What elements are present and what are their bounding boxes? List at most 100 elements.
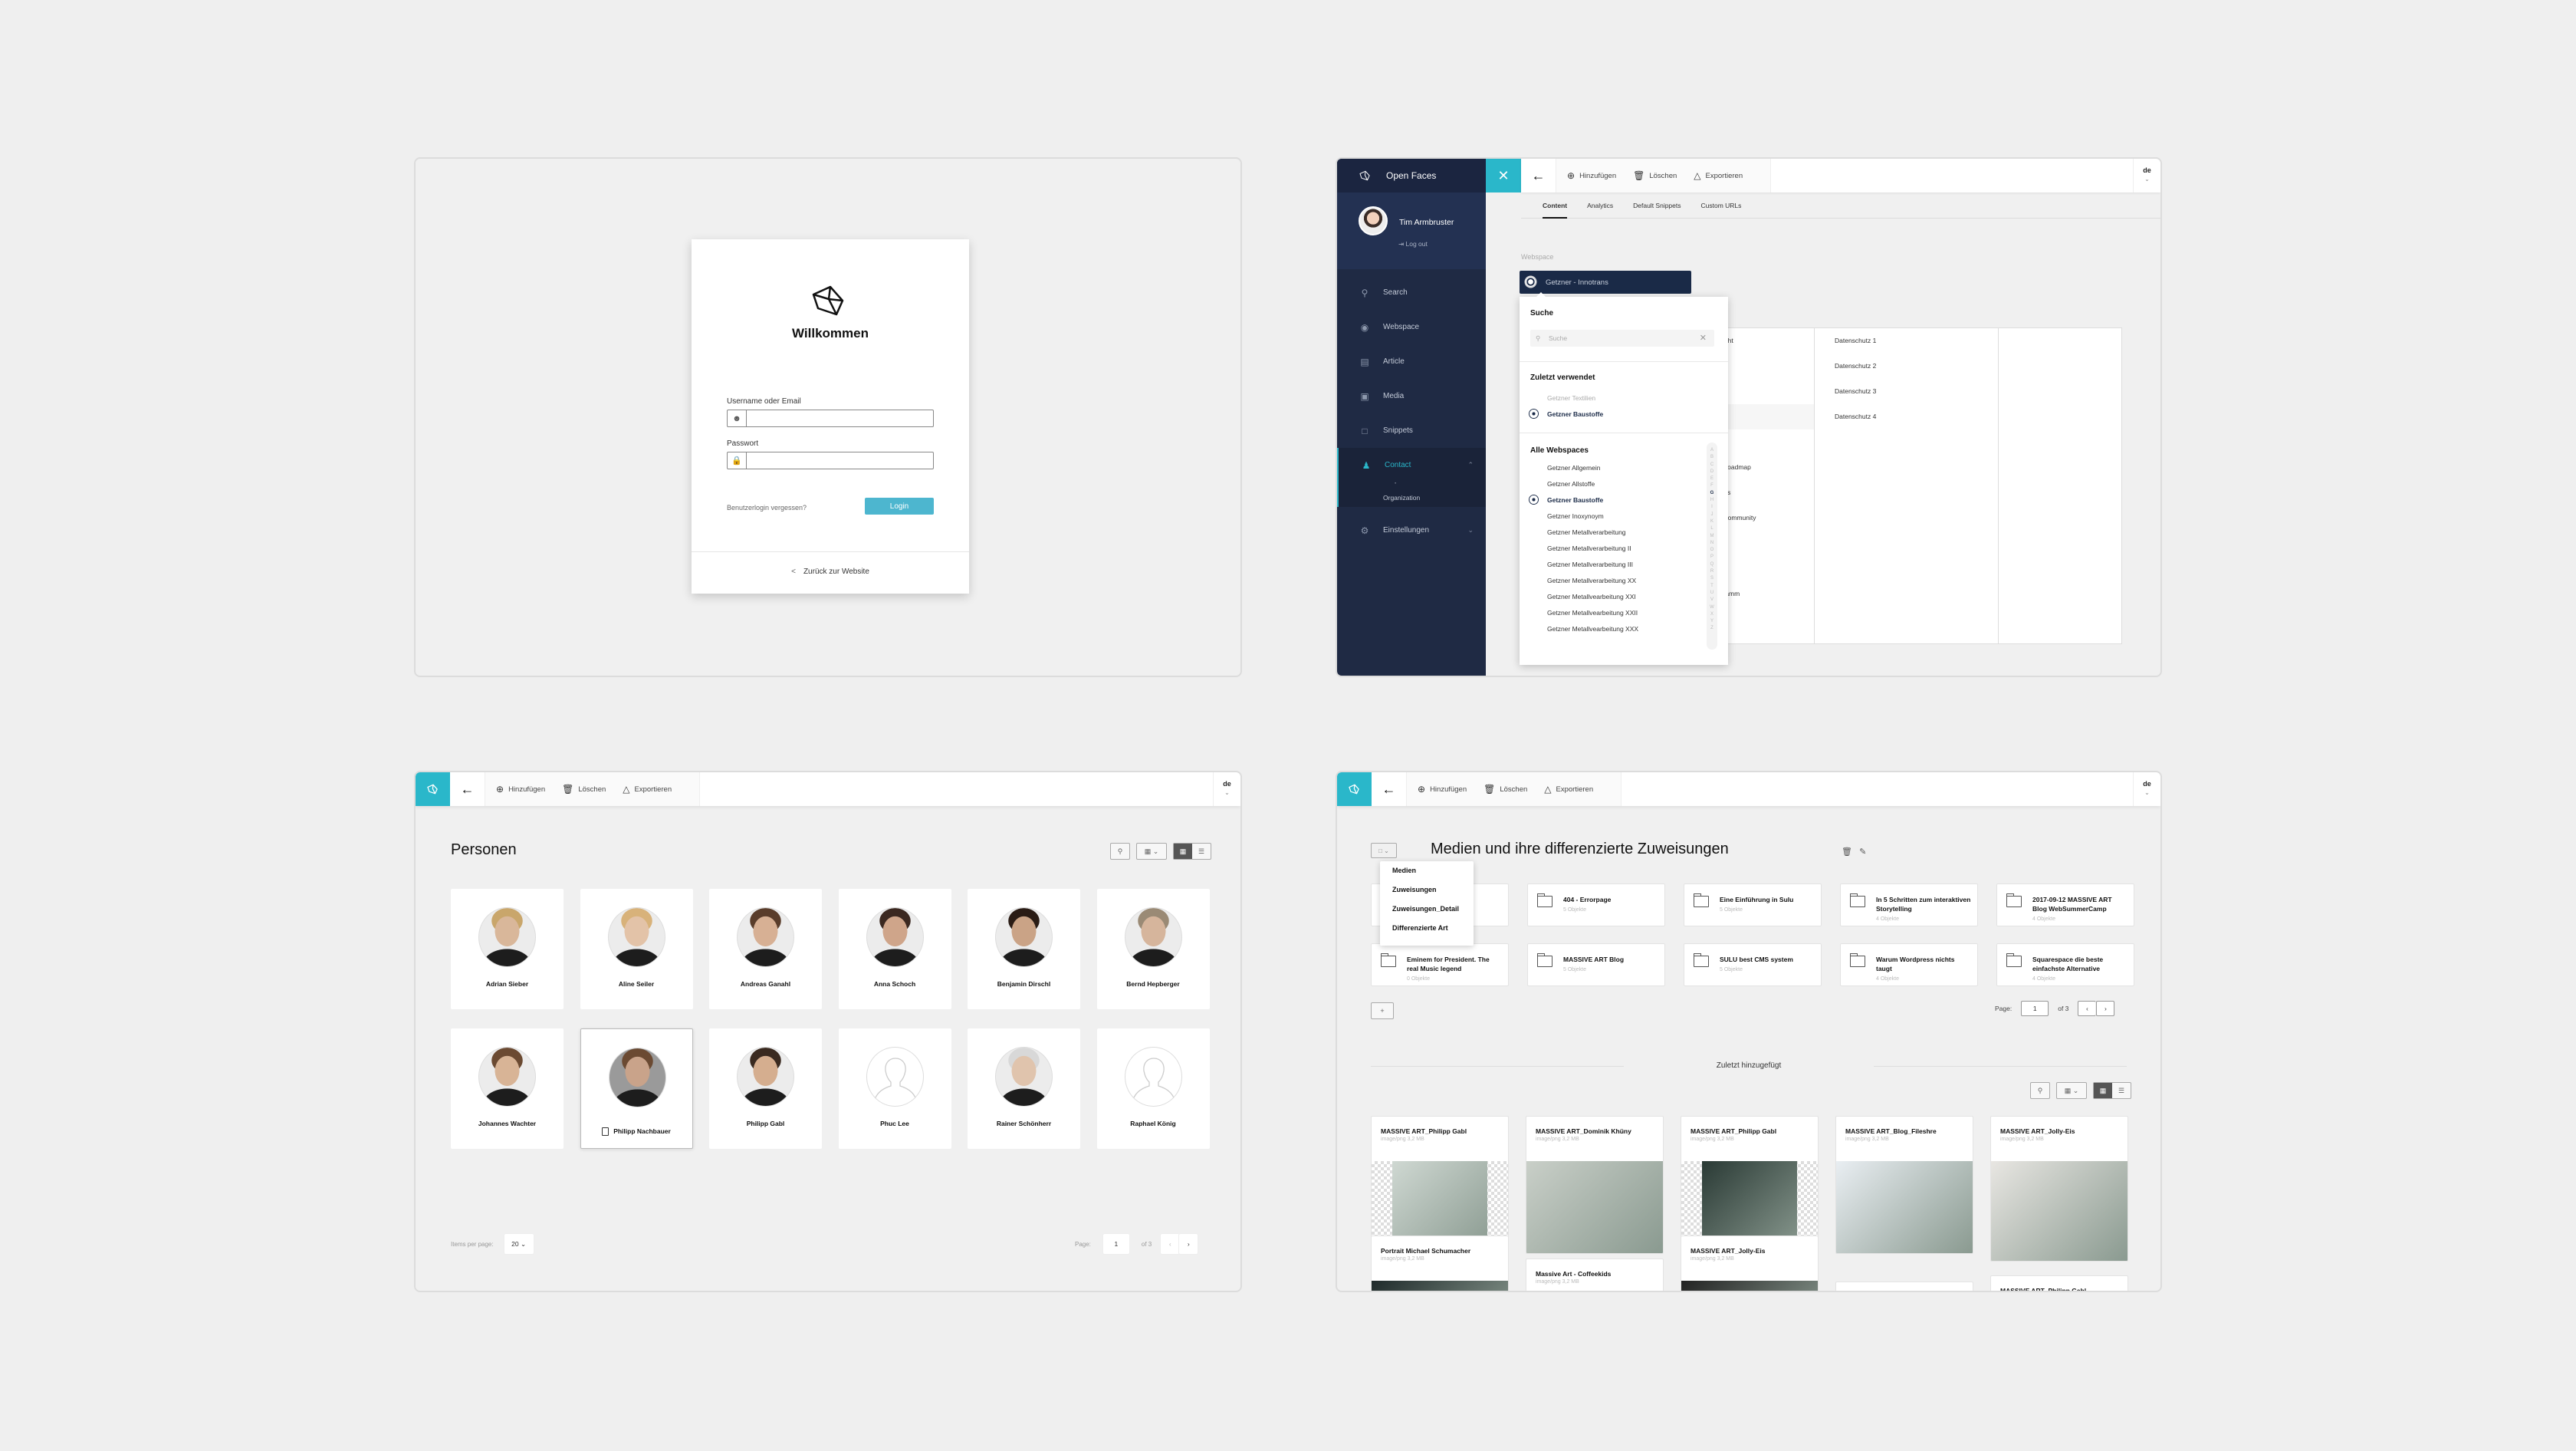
media-card[interactable]: Massive Art - Coffeekids image/png 3,2 MB	[1526, 1259, 1664, 1291]
column-item[interactable]: Datenschutz 4	[1835, 404, 1998, 429]
clear-icon[interactable]: ✕	[1700, 330, 1707, 347]
media-card[interactable]: Portrait Michael Schumacher image/png 3,2…	[1371, 1235, 1509, 1291]
webspace-item[interactable]: Getzner Metallverarbeitung III	[1547, 561, 1633, 568]
alphabet-letter[interactable]: P	[1707, 554, 1717, 561]
person-card[interactable]: Johannes Wachter	[451, 1028, 564, 1149]
alphabet-letter[interactable]: D	[1707, 469, 1717, 475]
alphabet-letter[interactable]: Z	[1707, 625, 1717, 632]
person-card[interactable]: Benjamin Dirschl	[968, 889, 1080, 1009]
webspace-item[interactable]: Getzner Allgemein	[1547, 464, 1600, 472]
alphabet-letter[interactable]: X	[1707, 611, 1717, 618]
webspace-item[interactable]: Getzner Metallverarbeitung XX	[1547, 577, 1636, 584]
next-page-button[interactable]: ›	[1179, 1234, 1198, 1254]
media-card[interactable]: MASSIVE ART_Philipp Gabl	[1990, 1275, 2128, 1291]
tab-default-snippets[interactable]: Default Snippets	[1633, 192, 1681, 219]
alphabet-letter[interactable]: E	[1707, 475, 1717, 482]
person-card[interactable]: Rainer Schönherr	[968, 1028, 1080, 1149]
username-input[interactable]	[749, 412, 930, 425]
webspace-item[interactable]: Getzner Inoxynoym	[1547, 512, 1604, 520]
alphabet-letter[interactable]: U	[1707, 590, 1717, 597]
webspace-item[interactable]: Getzner Baustoffe	[1530, 495, 1603, 504]
columns-dropdown[interactable]: ▦ ⌄	[1136, 843, 1167, 860]
alphabet-letter[interactable]: R	[1707, 568, 1717, 575]
items-per-page-select[interactable]: 20 ⌄	[504, 1234, 534, 1254]
media-card[interactable]: MASSIVE ART_Dominik Khüny image/png 3,2 M…	[1526, 1116, 1664, 1254]
alphabet-letter[interactable]: C	[1707, 462, 1717, 469]
alphabet-letter[interactable]: Y	[1707, 618, 1717, 625]
person-card[interactable]: Bernd Hepberger	[1096, 889, 1210, 1009]
alphabet-letter[interactable]: S	[1707, 575, 1717, 582]
app-menu-button[interactable]	[416, 772, 450, 806]
prev-page-button[interactable]: ‹	[1161, 1234, 1180, 1254]
password-input[interactable]	[749, 454, 930, 467]
alphabet-letter[interactable]: O	[1707, 547, 1717, 554]
alphabet-letter[interactable]: B	[1707, 454, 1717, 461]
close-sidebar-button[interactable]: ✕	[1486, 159, 1521, 192]
person-card[interactable]: Andreas Ganahl	[709, 889, 822, 1009]
column-item[interactable]: Datenschutz 2	[1835, 354, 1998, 379]
login-button[interactable]: Login	[865, 498, 934, 515]
alphabet-letter[interactable]: G	[1707, 490, 1717, 497]
webspace-item[interactable]: Getzner Metallverarbeitung II	[1547, 545, 1631, 552]
column-item[interactable]: Datenschutz 3	[1835, 379, 1998, 404]
recent-webspace-item[interactable]: Getzner Textilien	[1547, 394, 1595, 402]
webspace-select[interactable]: Getzner - Innotrans	[1520, 271, 1691, 294]
alphabet-letter[interactable]: A	[1707, 447, 1717, 454]
person-card[interactable]: Phuc Lee	[838, 1028, 951, 1149]
column-item[interactable]: Datenschutz 1	[1835, 328, 1998, 354]
webspace-item[interactable]: Getzner Metallvearbeitung XXX	[1547, 625, 1638, 633]
delete-button[interactable]: 🗑 Löschen	[562, 784, 606, 795]
alphabet-letter[interactable]: J	[1707, 512, 1717, 518]
username-field[interactable]: ☻	[727, 410, 934, 427]
sidebar-item-contact[interactable]: ♟ Contact ⌃	[1339, 448, 1486, 482]
alphabet-letter[interactable]: F	[1707, 482, 1717, 489]
add-button[interactable]: ⊕ Hinzufügen	[1567, 170, 1616, 181]
person-card[interactable]: Aline Seiler	[580, 889, 693, 1009]
person-card[interactable]: Philipp Gabl	[709, 1028, 822, 1149]
media-card[interactable]: MASSIVE ART_Jolly-Eis image/png 3,2 MB	[1990, 1116, 2128, 1262]
webspace-item[interactable]: Getzner Metallvearbeitung XXII	[1547, 609, 1638, 617]
grid-view-icon[interactable]: ▦	[1174, 844, 1192, 859]
forgot-login-link[interactable]: Benutzerlogin vergessen?	[727, 504, 807, 512]
media-card[interactable]: MASSIVE ART_Blog_Fileshre image/png 3,2 M…	[1835, 1116, 1973, 1254]
alphabet-letter[interactable]: V	[1707, 597, 1717, 604]
person-card[interactable]: Anna Schoch	[838, 889, 951, 1009]
sidebar-item-snippets[interactable]: □ Snippets	[1337, 413, 1486, 448]
sidebar-subitem-organization[interactable]: Organization	[1339, 489, 1486, 507]
select-checkbox[interactable]	[602, 1127, 610, 1137]
tab-content[interactable]: Content	[1543, 192, 1568, 219]
list-view-icon[interactable]: ☰	[1192, 844, 1211, 859]
back-button[interactable]: ←	[1521, 159, 1556, 192]
tab-custom-urls[interactable]: Custom URLs	[1701, 192, 1742, 219]
alphabet-letter[interactable]: M	[1707, 533, 1717, 540]
media-card[interactable]: MASSIVE ART_Jolly-Eis image/png 3,2 MB	[1681, 1235, 1819, 1291]
alphabet-letter[interactable]: I	[1707, 504, 1717, 511]
webspace-search-input[interactable]: ⚲ Suche ✕	[1530, 330, 1714, 347]
webspace-item[interactable]: Getzner Metallverarbeitung	[1547, 528, 1626, 536]
language-select[interactable]: de ⌄	[2133, 159, 2160, 192]
sidebar-item-media[interactable]: ▣ Media	[1337, 379, 1486, 413]
export-button[interactable]: △ Exportieren	[623, 784, 672, 795]
alphabet-letter[interactable]: N	[1707, 540, 1717, 547]
page-input[interactable]: 1	[1102, 1234, 1129, 1254]
export-button[interactable]: △ Exportieren	[1694, 170, 1743, 181]
delete-button[interactable]: 🗑 Löschen	[1633, 170, 1677, 181]
tab-analytics[interactable]: Analytics	[1587, 192, 1613, 219]
alphabet-scroller[interactable]: ABCDEFGHIJKLMNOPQRSTUVWXYZ	[1707, 443, 1717, 650]
recent-webspace-item[interactable]: Getzner Baustoffe	[1530, 410, 1603, 418]
search-button[interactable]: ⚲	[1110, 843, 1130, 860]
sidebar-item-settings[interactable]: ⚙ Einstellungen ⌄	[1337, 513, 1486, 548]
alphabet-letter[interactable]: T	[1707, 583, 1717, 590]
person-card[interactable]: Raphael König	[1096, 1028, 1210, 1149]
back-to-website-link[interactable]: < Zurück zur Website	[692, 568, 969, 576]
language-select[interactable]: de ⌄	[1213, 772, 1240, 806]
back-button[interactable]: ←	[450, 772, 485, 806]
sidebar-item-article[interactable]: ▤ Article	[1337, 344, 1486, 379]
sidebar-item-webspace[interactable]: ◉ Webspace	[1337, 310, 1486, 344]
alphabet-letter[interactable]: K	[1707, 518, 1717, 525]
alphabet-letter[interactable]: Q	[1707, 561, 1717, 568]
add-button[interactable]: ⊕ Hinzufügen	[496, 784, 545, 795]
logout-link[interactable]: ⇥ Log out	[1398, 240, 1428, 248]
alphabet-letter[interactable]: L	[1707, 525, 1717, 532]
person-card[interactable]: Philipp Nachbauer	[580, 1028, 693, 1149]
